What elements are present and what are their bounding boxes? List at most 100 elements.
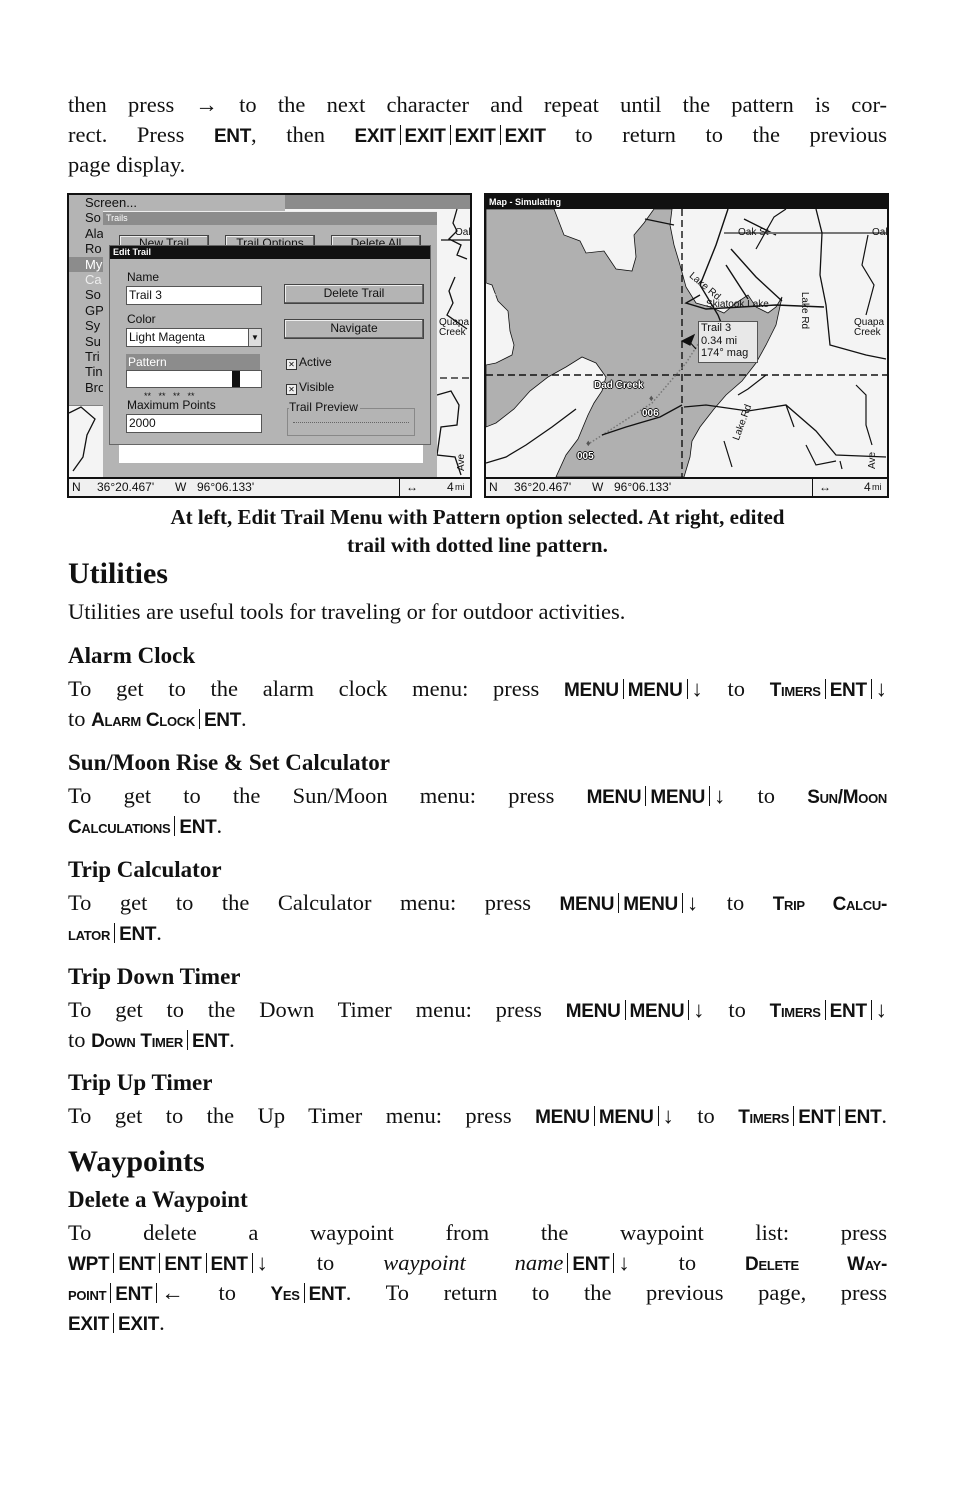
separator: [159, 1253, 161, 1273]
zoom-range-icon: ↔: [399, 479, 418, 496]
key-ent: ENT: [829, 1001, 867, 1022]
map-label-ave: Ave: [867, 451, 879, 470]
navigate-button[interactable]: Navigate: [284, 319, 424, 339]
zoom-unit: mi: [455, 482, 465, 492]
edit-trail-screenshot: Oal Quapa Creek Ave Screen... So Ala Ro …: [67, 193, 472, 498]
separator: [187, 1030, 189, 1050]
separator: [624, 1000, 626, 1020]
map-label-oak-st: Oak St: [738, 227, 769, 238]
text-line: To get to the alarm clock menu: press ME…: [68, 674, 887, 704]
key-ent: ENT: [213, 126, 252, 147]
trip-calculator-instructions: To get to the Calculator menu: press MEN…: [68, 888, 887, 948]
checkbox-checked-icon: ✕: [286, 384, 297, 395]
key-menu: MENU: [559, 894, 615, 915]
lon-hemisphere: W: [175, 480, 187, 494]
menu-name-trip-calculator: Trip Calcu-: [772, 894, 888, 915]
lat-hemisphere: N: [489, 480, 498, 494]
text-line: to Alarm Clock ENT.: [68, 706, 247, 731]
latitude: 36°20.467': [97, 480, 155, 494]
key-menu: MENU: [627, 680, 683, 701]
key-exit: EXIT: [454, 126, 496, 147]
dropdown-arrow-icon[interactable]: ▼: [248, 329, 261, 346]
waypoint-icon[interactable]: ♦: [586, 438, 591, 448]
zoom-value: 4: [864, 480, 871, 494]
zoom-value: 4: [447, 480, 454, 494]
text: rect. Press: [68, 122, 185, 147]
pattern-label-selected[interactable]: Pattern: [126, 354, 260, 370]
separator: [593, 1106, 595, 1126]
max-points-field[interactable]: 2000: [126, 414, 262, 433]
text-line: Calculations ENT.: [68, 813, 223, 838]
separator: [113, 1253, 115, 1273]
text-line: To get to the Up Timer menu: press MENU M…: [68, 1103, 888, 1128]
status-bar: N 36°20.467' W 96°06.133' ↔ 4 mi: [69, 477, 470, 496]
key-exit: EXIT: [504, 126, 546, 147]
waypoint-label-005[interactable]: 005: [577, 451, 594, 462]
subheading-alarm-clock: Alarm Clock: [68, 643, 196, 668]
text: To get to the alarm clock menu: press: [68, 676, 540, 701]
key-ent: ENT: [192, 1031, 230, 1052]
separator: [688, 1000, 690, 1020]
text: To return to the previous page, press: [385, 1280, 888, 1305]
pattern-field[interactable]: ** ** ** **: [126, 370, 262, 401]
text-line: To get to the Calculator menu: press MEN…: [68, 888, 887, 918]
color-value: Light Magenta: [129, 330, 206, 344]
separator: [824, 679, 826, 699]
menu-name-timers: Timers: [769, 680, 821, 701]
name-label: Name: [127, 270, 160, 284]
waypoint-name-placeholder: waypoint name: [383, 1250, 564, 1275]
key-wpt: WPT: [68, 1254, 110, 1275]
menu-name-delete-waypoint-cont: point: [68, 1284, 107, 1305]
popup-trail-name: Trail 3: [701, 322, 732, 334]
key-exit: EXIT: [404, 126, 446, 147]
key-exit: EXIT: [68, 1314, 110, 1335]
down-arrow-icon: ↓: [875, 997, 888, 1022]
max-points-label: Maximum Points: [127, 398, 216, 412]
text: To get to the Sun/Moon menu: press: [68, 783, 555, 808]
key-ent: ENT: [798, 1107, 836, 1128]
text: to: [757, 783, 776, 808]
waypoint-icon[interactable]: ♦: [649, 393, 654, 403]
map-label-creek: Creek: [854, 327, 881, 338]
visible-checkbox[interactable]: ✕ Visible: [286, 380, 334, 395]
separator: [824, 1000, 826, 1020]
down-arrow-icon: ↓: [686, 890, 699, 915]
delete-trail-button[interactable]: Delete Trail: [284, 284, 424, 304]
separator: [870, 679, 872, 699]
caption-line-2: trail with dotted line pattern.: [347, 533, 608, 557]
separator: [645, 786, 647, 806]
sun-moon-instructions: To get to the Sun/Moon menu: press MENU M…: [68, 781, 887, 841]
separator: [622, 679, 624, 699]
color-select[interactable]: Light Magenta ▼: [126, 328, 262, 347]
text-line: point ENT ← to Yes ENT. To return to the pr…: [68, 1280, 888, 1305]
menu-name-timers: Timers: [738, 1107, 790, 1128]
trail-info-popup: Trail 3 0.34 mi 174° mag: [698, 321, 758, 363]
down-arrow-icon: ↓: [256, 1250, 268, 1275]
section-heading-utilities: Utilities: [68, 557, 168, 590]
separator: [113, 1313, 115, 1333]
waypoint-label-006[interactable]: 006: [642, 408, 659, 419]
key-ent: ENT: [572, 1254, 610, 1275]
intro-line-3: page display.: [68, 152, 186, 177]
name-field[interactable]: Trail 3: [126, 286, 262, 305]
caption-line-1: At left, Edit Trail Menu with Pattern op…: [170, 505, 785, 529]
trail-preview-box: Trail Preview: [287, 400, 415, 436]
key-ent: ENT: [115, 1284, 153, 1305]
trail-list-area: [119, 445, 423, 463]
separator: [709, 786, 711, 806]
separator: [205, 1253, 207, 1273]
key-exit: EXIT: [354, 126, 396, 147]
text: to return to the previous: [575, 122, 888, 147]
separator: [613, 1253, 615, 1273]
key-exit: EXIT: [118, 1314, 160, 1335]
key-ent: ENT: [829, 680, 867, 701]
separator: [870, 1000, 872, 1020]
text: to: [726, 890, 745, 915]
key-ent: ENT: [179, 817, 217, 838]
active-checkbox[interactable]: ✕ Active: [286, 355, 332, 370]
map-label: Oal: [455, 227, 471, 238]
menu-name-calculations: Calculations: [68, 817, 171, 838]
text-line: To delete a waypoint from the waypoint l…: [68, 1220, 887, 1245]
menu-item-screen[interactable]: Screen...: [69, 195, 285, 211]
down-arrow-icon: ↓: [875, 676, 888, 701]
